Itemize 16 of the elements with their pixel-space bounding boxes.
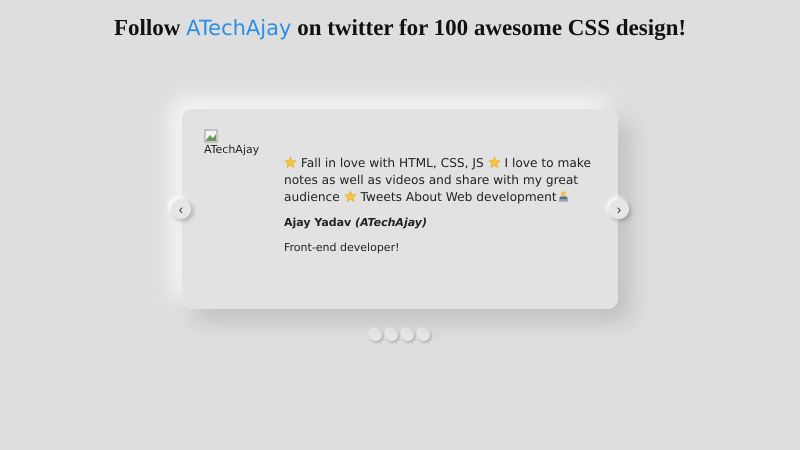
- page-heading: Follow ATechAjay on twitter for 100 awesome CSS design!: [112, 14, 688, 41]
- author-name: Ajay Yadav (ATechAjay): [284, 216, 428, 229]
- image-alt-text: ATechAjay: [204, 143, 260, 156]
- star-icon: [284, 156, 297, 169]
- star-icon: [488, 156, 501, 169]
- pagination-dot[interactable]: [370, 329, 382, 341]
- star-icon: [344, 190, 357, 203]
- next-button[interactable]: ›: [609, 199, 629, 219]
- person-at-laptop-icon: [556, 190, 570, 203]
- tweet-text: Fall in love with HTML, CSS, JS I love to make notes as well as videos and share with my great audience Tweets About Web development: [284, 155, 592, 206]
- previous-button[interactable]: ‹: [171, 199, 191, 219]
- pagination-dot[interactable]: [402, 329, 414, 341]
- author-role: Front-end developer!: [284, 241, 401, 254]
- pagination-dot[interactable]: [386, 329, 398, 341]
- broken-image-icon: [204, 129, 218, 143]
- pagination-dot[interactable]: [418, 329, 430, 341]
